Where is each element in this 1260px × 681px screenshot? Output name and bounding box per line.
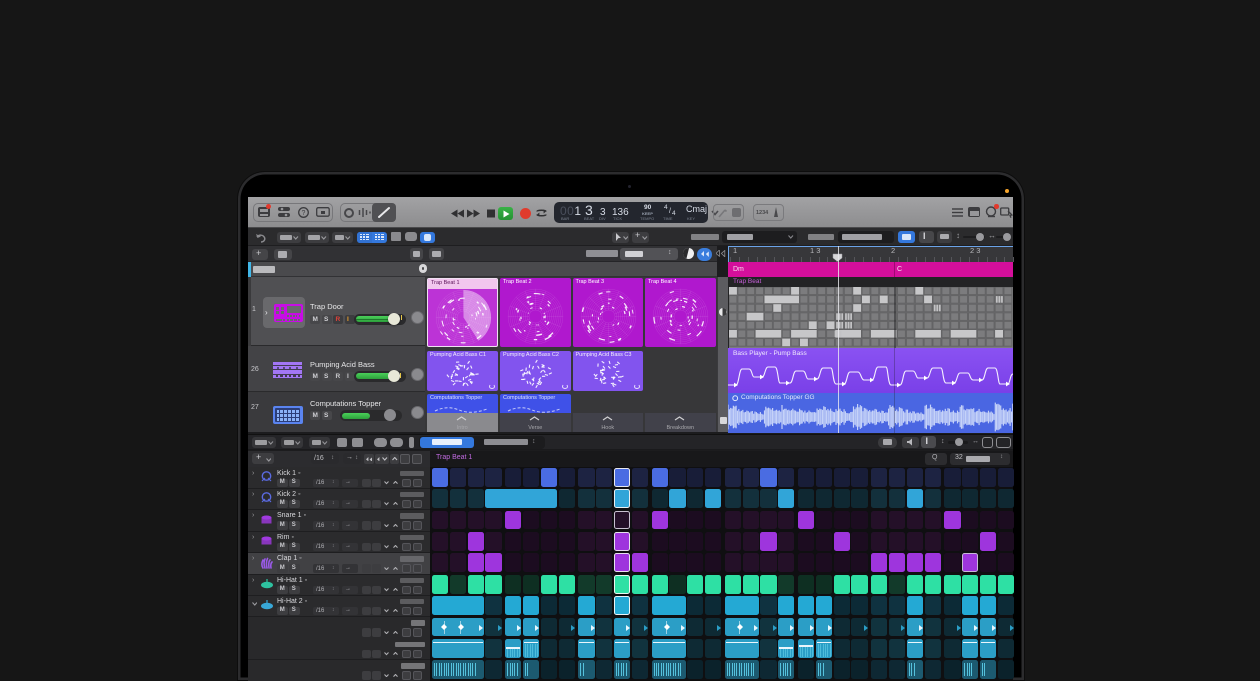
svg-text:?: ?	[302, 210, 306, 217]
